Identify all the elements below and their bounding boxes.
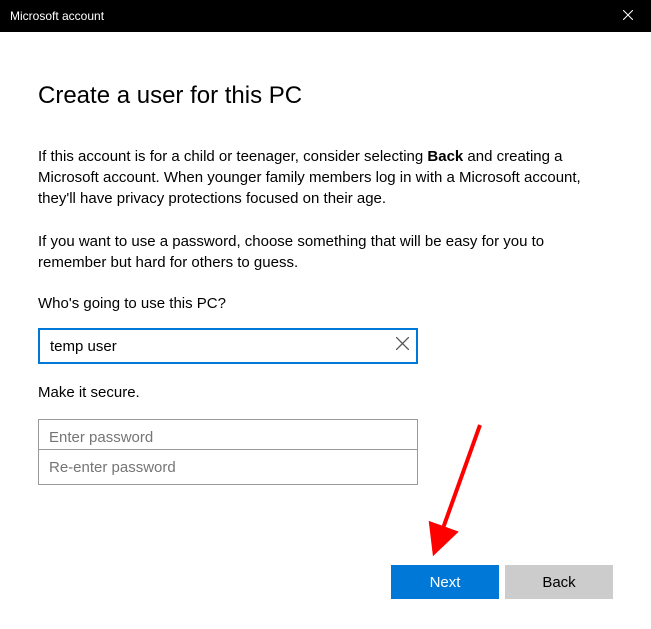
intro1-pre: If this account is for a child or teenag… <box>38 148 427 165</box>
content-area: Create a user for this PC If this accoun… <box>0 32 651 485</box>
titlebar: Microsoft account <box>0 0 651 32</box>
window-title: Microsoft account <box>10 9 104 23</box>
password2-input-wrap <box>38 449 418 485</box>
back-button[interactable]: Back <box>505 565 613 599</box>
password-confirm-input[interactable] <box>38 449 418 485</box>
page-title: Create a user for this PC <box>38 82 613 110</box>
username-input-wrap <box>38 328 418 364</box>
x-icon <box>396 337 409 355</box>
secure-label: Make it secure. <box>38 384 613 401</box>
next-button[interactable]: Next <box>391 565 499 599</box>
close-button[interactable] <box>605 0 651 32</box>
footer-buttons: Next Back <box>391 565 613 599</box>
clear-username-button[interactable] <box>394 338 410 354</box>
intro-paragraph-1: If this account is for a child or teenag… <box>38 146 613 209</box>
username-input[interactable] <box>38 328 418 364</box>
intro1-bold: Back <box>427 148 463 165</box>
close-icon <box>623 7 633 25</box>
username-label: Who's going to use this PC? <box>38 295 613 312</box>
intro-paragraph-2: If you want to use a password, choose so… <box>38 231 613 273</box>
